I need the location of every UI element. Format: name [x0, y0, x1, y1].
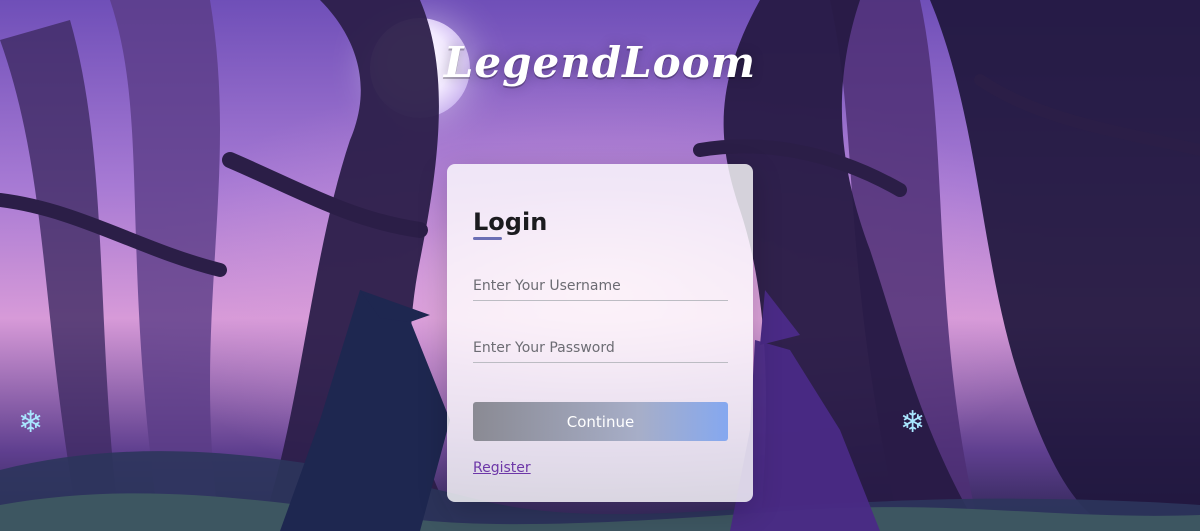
title-underline: [473, 237, 502, 240]
login-card: Login Continue Register: [447, 164, 753, 502]
snowflake-icon: ❄: [18, 405, 44, 440]
login-title: Login: [473, 208, 548, 236]
continue-button[interactable]: Continue: [473, 402, 728, 441]
password-input[interactable]: [473, 334, 728, 363]
snowflake-icon: ❄: [900, 405, 926, 440]
username-input[interactable]: [473, 272, 728, 301]
page-background: LegendLoom ❄ ❄ Login Continue Register: [0, 0, 1200, 531]
app-logo: LegendLoom: [443, 38, 757, 87]
username-field: [473, 272, 728, 301]
register-link[interactable]: Register: [473, 460, 531, 476]
password-field: [473, 334, 728, 363]
